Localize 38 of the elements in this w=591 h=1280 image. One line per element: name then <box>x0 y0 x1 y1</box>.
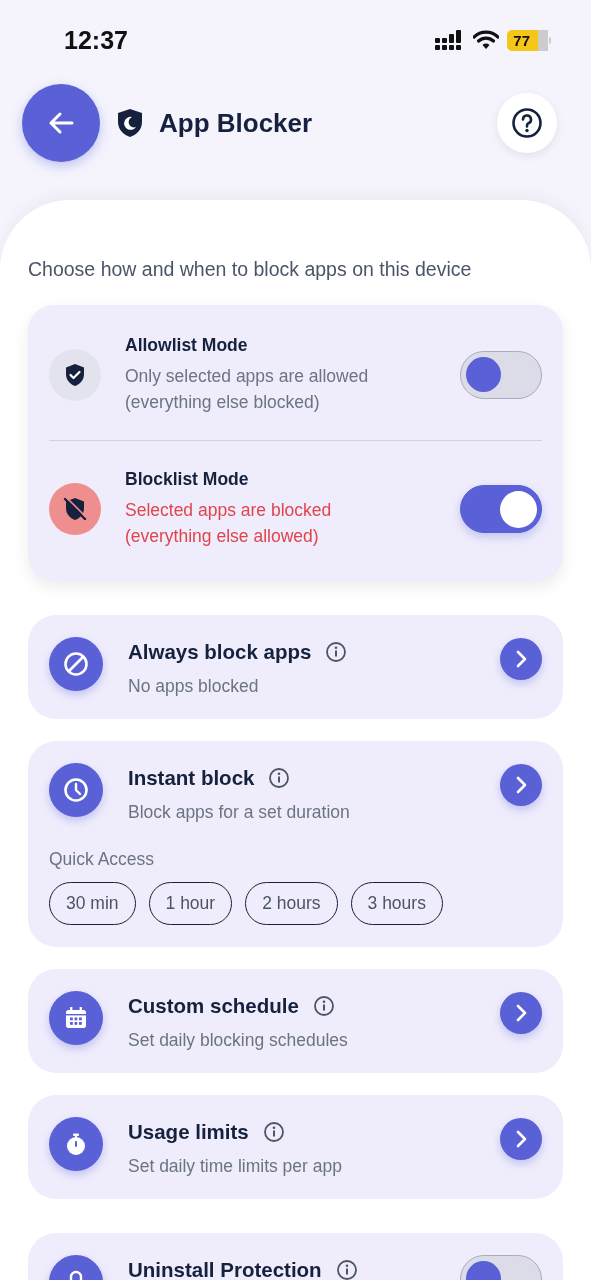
chevron-button[interactable] <box>500 764 542 806</box>
feature-title: Uninstall Protection <box>128 1258 322 1280</box>
calendar-icon <box>49 991 103 1045</box>
help-icon <box>511 107 543 139</box>
info-icon[interactable] <box>325 641 348 663</box>
feature-subtitle: Set daily blocking schedules <box>128 1030 349 1051</box>
clock-icon <box>49 763 103 817</box>
status-time: 12:37 <box>64 25 128 55</box>
mode-title: Allowlist Mode <box>125 335 249 356</box>
mode-toggle[interactable] <box>460 484 542 533</box>
feature-title: Custom schedule <box>128 994 299 1018</box>
mode-description: Selected apps are blocked (everything else allowed) <box>125 498 333 548</box>
chevron-button[interactable] <box>500 992 542 1034</box>
shield-moon-icon <box>117 108 143 138</box>
mode-title: Blocklist Mode <box>125 468 250 490</box>
intro-text: Choose how and when to block apps on this device <box>28 258 473 281</box>
battery-icon: 77 <box>507 29 551 51</box>
shield-slash-icon <box>49 482 101 535</box>
feature-subtitle: Set daily time limits per app <box>128 1156 343 1177</box>
info-icon[interactable] <box>312 995 335 1017</box>
mode-toggle[interactable] <box>460 351 542 400</box>
feature-title: Always block apps <box>128 640 312 664</box>
wifi-icon <box>473 30 500 50</box>
chevron-button[interactable] <box>500 1118 542 1160</box>
feature-title: Usage limits <box>128 1120 249 1144</box>
mode-description: Only selected apps are allowed (everything else blocked) <box>125 365 370 415</box>
page-title: App Blocker <box>159 107 314 139</box>
info-icon[interactable] <box>335 1259 358 1280</box>
feature-subtitle: Block apps for a set duration <box>128 802 351 823</box>
info-icon[interactable] <box>262 1121 285 1143</box>
info-icon[interactable] <box>268 767 291 789</box>
quick-access-label: Quick Access <box>49 849 156 870</box>
feature-subtitle: No apps blocked <box>128 676 260 697</box>
chevron-button[interactable] <box>500 638 542 680</box>
stopwatch-icon <box>49 1117 103 1171</box>
feature-title: Instant block <box>128 766 255 790</box>
back-button[interactable] <box>22 84 100 162</box>
block-icon <box>49 637 103 691</box>
